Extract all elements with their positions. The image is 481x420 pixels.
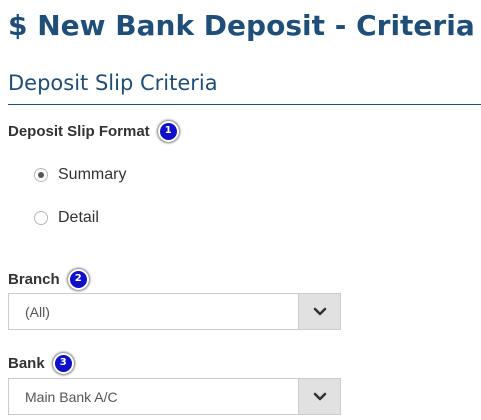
radio-button-detail[interactable]	[34, 211, 48, 225]
bank-select[interactable]: Main Bank A/C	[8, 378, 341, 415]
step-badge-1: 1	[157, 120, 179, 142]
deposit-slip-format-label-text: Deposit Slip Format	[8, 122, 150, 140]
step-badge-3: 3	[52, 352, 74, 374]
bank-select-value: Main Bank A/C	[25, 388, 118, 405]
section-title: Deposit Slip Criteria	[8, 71, 218, 95]
bank-dropdown-button[interactable]	[298, 379, 340, 414]
bank-label-text: Bank	[8, 354, 45, 372]
branch-dropdown-button[interactable]	[298, 294, 340, 329]
chevron-down-icon	[313, 392, 326, 400]
step-badge-2: 2	[67, 268, 89, 290]
radio-option-summary[interactable]: Summary	[34, 164, 126, 186]
branch-label: Branch 2	[8, 267, 89, 291]
branch-select-value: (All)	[25, 303, 50, 320]
radio-label-summary: Summary	[58, 166, 127, 183]
section-divider	[8, 104, 481, 105]
deposit-slip-format-label: Deposit Slip Format 1	[8, 119, 179, 143]
chevron-down-icon	[313, 307, 326, 315]
branch-label-text: Branch	[8, 270, 60, 288]
radio-button-summary[interactable]	[34, 168, 48, 182]
radio-option-detail[interactable]: Detail	[34, 207, 99, 229]
page: $ New Bank Deposit - Criteria Deposit Sl…	[0, 0, 481, 420]
radio-label-detail: Detail	[58, 209, 99, 226]
page-title: $ New Bank Deposit - Criteria	[8, 9, 475, 42]
branch-select[interactable]: (All)	[8, 293, 341, 330]
bank-label: Bank 3	[8, 351, 74, 375]
